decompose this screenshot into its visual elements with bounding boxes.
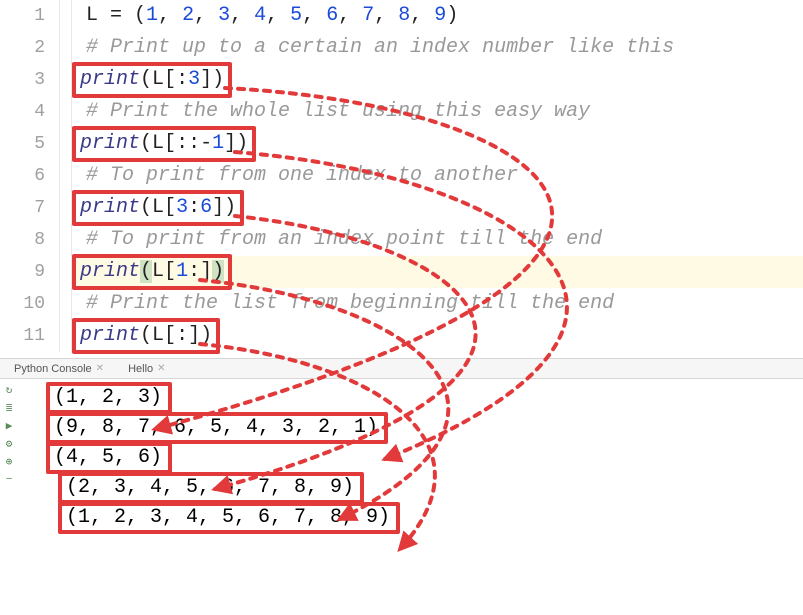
output-line: (2, 3, 4, 5, 6, 7, 8, 9) (36, 473, 803, 503)
code-line[interactable]: 8 # To print from an index point till the… (0, 224, 803, 256)
output-line: (1, 2, 3, 4, 5, 6, 7, 8, 9) (36, 503, 803, 533)
console-toolbar: ↻ ≣ ▶ ⚙ ⊕ − (2, 383, 34, 487)
tab-hello[interactable]: Hello ✕ (128, 363, 165, 375)
code-line[interactable]: 2 # Print up to a certain an index number… (0, 32, 803, 64)
code-line[interactable]: 1 L = (1, 2, 3, 4, 5, 6, 7, 8, 9) (0, 0, 803, 32)
console-tool-button[interactable]: ⊕ (2, 455, 16, 469)
code-line[interactable]: 11 print(L[:]) (0, 320, 803, 352)
code-line[interactable]: 6 # To print from one index to another (0, 160, 803, 192)
output-value: (4, 5, 6) (46, 442, 172, 474)
console-output[interactable]: (1, 2, 3)(9, 8, 7, 6, 5, 4, 3, 2, 1)(4, … (36, 383, 803, 533)
code-line[interactable]: 7 print(L[3:6]) (0, 192, 803, 224)
line-number: 11 (0, 320, 60, 352)
code-text: print(L[::-1]) (72, 126, 256, 162)
line-number: 2 (0, 32, 60, 64)
output-value: (2, 3, 4, 5, 6, 7, 8, 9) (58, 472, 364, 504)
line-number: 10 (0, 288, 60, 320)
code-line[interactable]: 4 # Print the whole list using this easy … (0, 96, 803, 128)
console-output-panel: ↻ ≣ ▶ ⚙ ⊕ − (1, 2, 3)(9, 8, 7, 6, 5, 4, 3, 2,… (0, 379, 803, 533)
code-text: print(L[:]) (72, 318, 220, 354)
code-line[interactable]: 5 print(L[::-1]) (0, 128, 803, 160)
tab-python-console[interactable]: Python Console ✕ (14, 363, 104, 375)
line-number: 3 (0, 64, 60, 96)
code-text: # To print from one index to another (72, 162, 518, 190)
console-tool-button[interactable]: ▶ (2, 419, 16, 433)
code-editor[interactable]: 1 L = (1, 2, 3, 4, 5, 6, 7, 8, 9) 2 # Print… (0, 0, 803, 352)
code-text: print(L[:3]) (72, 62, 232, 98)
code-text: # Print up to a certain an index number … (72, 34, 674, 62)
output-line: (9, 8, 7, 6, 5, 4, 3, 2, 1) (36, 413, 803, 443)
console-tabs: Python Console ✕ Hello ✕ (0, 359, 803, 379)
tab-label: Hello (128, 363, 153, 375)
console-tool-button[interactable]: ↻ (2, 383, 16, 397)
output-value: (9, 8, 7, 6, 5, 4, 3, 2, 1) (46, 412, 388, 444)
line-number: 6 (0, 160, 60, 192)
line-number: 4 (0, 96, 60, 128)
console-tool-button[interactable]: ⚙ (2, 437, 16, 451)
code-text: print(L[3:6]) (72, 190, 244, 226)
code-text: # Print the list from beginning till the… (72, 290, 614, 318)
line-number: 7 (0, 192, 60, 224)
tab-label: Python Console (14, 363, 92, 375)
console-tool-button[interactable]: − (2, 473, 16, 487)
code-text: print(L[1:]) (72, 254, 232, 290)
line-number: 5 (0, 128, 60, 160)
close-icon[interactable]: ✕ (157, 363, 165, 374)
output-value: (1, 2, 3, 4, 5, 6, 7, 8, 9) (58, 502, 400, 534)
output-line: (1, 2, 3) (36, 383, 803, 413)
console-tool-button[interactable]: ≣ (2, 401, 16, 415)
code-text: # To print from an index point till the … (72, 226, 602, 254)
code-line[interactable]: 9 print(L[1:]) (0, 256, 803, 288)
code-line[interactable]: 10 # Print the list from beginning till t… (0, 288, 803, 320)
output-line: (4, 5, 6) (36, 443, 803, 473)
code-text: # Print the whole list using this easy w… (72, 98, 590, 126)
output-value: (1, 2, 3) (46, 382, 172, 414)
line-number: 9 (0, 256, 60, 288)
line-number: 1 (0, 0, 60, 32)
line-number: 8 (0, 224, 60, 256)
code-text: L = (1, 2, 3, 4, 5, 6, 7, 8, 9) (72, 2, 458, 30)
code-line[interactable]: 3 print(L[:3]) (0, 64, 803, 96)
close-icon[interactable]: ✕ (96, 363, 104, 374)
